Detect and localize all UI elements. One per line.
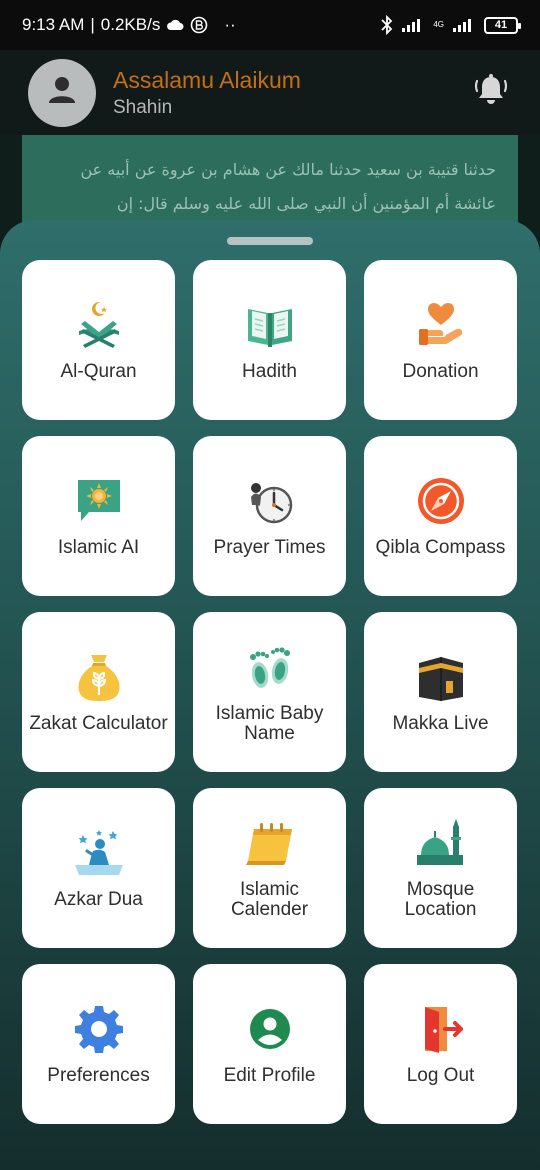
quran-stand-icon xyxy=(72,298,126,352)
menu-label: Edit Profile xyxy=(223,1065,316,1086)
menu-card-preferences[interactable]: Preferences xyxy=(22,964,175,1124)
profile-icon xyxy=(243,1002,297,1056)
menu-card-makka-live[interactable]: Makka Live xyxy=(364,612,517,772)
status-extra: ·· xyxy=(224,15,236,34)
menu-label: Zakat Calculator xyxy=(29,713,168,734)
app-header: Assalamu Alaikum Shahin xyxy=(0,50,540,135)
person-icon xyxy=(44,72,80,113)
menu-label: Prayer Times xyxy=(213,537,326,558)
greeting-block: Assalamu Alaikum Shahin xyxy=(113,67,301,119)
praying-person-icon xyxy=(72,826,126,880)
logout-icon xyxy=(414,1002,468,1056)
bell-ringing-icon[interactable] xyxy=(472,71,510,114)
menu-label: Azkar Dua xyxy=(54,889,143,910)
menu-card-islamic-baby-name[interactable]: Islamic Baby Name xyxy=(193,612,346,772)
menu-card-al-quran[interactable]: Al-Quran xyxy=(22,260,175,420)
menu-card-donation[interactable]: Donation xyxy=(364,260,517,420)
menu-card-azkar-dua[interactable]: Azkar Dua xyxy=(22,788,175,948)
donation-hand-icon xyxy=(414,298,468,352)
menu-label: Donation xyxy=(402,361,479,382)
menu-card-prayer-times[interactable]: Prayer Times xyxy=(193,436,346,596)
drag-handle[interactable] xyxy=(227,237,313,245)
cloud-icon xyxy=(166,19,184,31)
mosque-icon xyxy=(414,816,468,870)
avatar[interactable] xyxy=(28,58,96,127)
status-time: 9:13 AM xyxy=(22,15,85,34)
calendar-icon xyxy=(243,816,297,870)
menu-grid: Al-Quran Hadith Donation Islamic AI Pray… xyxy=(22,260,517,1124)
signal-icon-2 xyxy=(452,17,476,33)
menu-label: Qibla Compass xyxy=(375,537,506,558)
menu-label: Al-Quran xyxy=(60,361,137,382)
menu-label: Log Out xyxy=(406,1065,475,1086)
menu-label: Preferences xyxy=(47,1065,150,1086)
menu-card-mosque-location[interactable]: Mosque Location xyxy=(364,788,517,948)
menu-label: Mosque Location xyxy=(404,879,477,920)
status-bar: 9:13 AM | 0.2KB/s ·· 4G 41 xyxy=(0,0,540,50)
menu-label: Makka Live xyxy=(392,713,489,734)
battery-level: 41 xyxy=(494,19,508,31)
b-circle-icon xyxy=(190,16,208,34)
user-name: Shahin xyxy=(113,96,173,118)
greeting-title: Assalamu Alaikum xyxy=(113,66,301,93)
signal-icon xyxy=(401,17,425,33)
hadith-text: حدثنا قتيبة بن سعيد حدثنا مالك عن هشام ب… xyxy=(80,160,496,213)
open-book-icon xyxy=(243,298,297,352)
baby-feet-icon xyxy=(243,640,297,694)
gear-icon xyxy=(72,1002,126,1056)
menu-label: Islamic AI xyxy=(57,537,140,558)
network-type: 4G xyxy=(433,20,444,29)
menu-card-islamic-calender[interactable]: Islamic Calender xyxy=(193,788,346,948)
menu-card-hadith[interactable]: Hadith xyxy=(193,260,346,420)
menu-card-zakat-calculator[interactable]: Zakat Calculator xyxy=(22,612,175,772)
kaaba-icon xyxy=(414,650,468,704)
battery-icon: 41 xyxy=(484,16,521,34)
menu-label: Islamic Baby Name xyxy=(215,703,324,744)
menu-card-log-out[interactable]: Log Out xyxy=(364,964,517,1124)
menu-label: Islamic Calender xyxy=(230,879,309,920)
clock-icon xyxy=(243,474,297,528)
menu-card-islamic-ai[interactable]: Islamic AI xyxy=(22,436,175,596)
money-bag-icon xyxy=(72,650,126,704)
network-type-icon: 4G xyxy=(433,21,444,29)
menu-card-edit-profile[interactable]: Edit Profile xyxy=(193,964,346,1124)
bluetooth-icon xyxy=(381,15,393,35)
compass-icon xyxy=(414,474,468,528)
menu-card-qibla-compass[interactable]: Qibla Compass xyxy=(364,436,517,596)
status-separator: | xyxy=(90,15,95,34)
chat-sun-icon xyxy=(72,474,126,528)
network-speed: 0.2KB/s xyxy=(100,15,161,34)
menu-label: Hadith xyxy=(242,361,297,382)
menu-sheet: Al-Quran Hadith Donation Islamic AI Pray… xyxy=(0,220,540,1170)
